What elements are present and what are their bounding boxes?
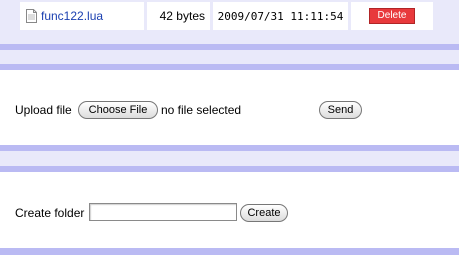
folder-name-input[interactable] bbox=[89, 203, 237, 221]
separator-band bbox=[0, 44, 459, 50]
send-button[interactable]: Send bbox=[319, 101, 362, 119]
delete-cell: Delete bbox=[351, 2, 433, 30]
upload-label: Upload file bbox=[15, 103, 72, 117]
file-size: 42 bytes bbox=[147, 2, 210, 30]
document-icon bbox=[26, 9, 37, 23]
upload-section: Upload file Choose File no file selected… bbox=[0, 70, 459, 145]
choose-file-button[interactable]: Choose File bbox=[78, 101, 158, 119]
create-folder-label: Create folder bbox=[15, 206, 85, 220]
file-name-cell: func122.lua bbox=[20, 2, 144, 30]
file-list-row: func122.lua 42 bytes 2009/07/31 11:11:54… bbox=[0, 0, 459, 33]
separator-band bbox=[0, 145, 459, 151]
file-name-link[interactable]: func122.lua bbox=[41, 9, 103, 23]
file-status: no file selected bbox=[161, 103, 242, 117]
file-modified-date: 2009/07/31 11:11:54 bbox=[213, 2, 348, 30]
separator-band bbox=[0, 248, 459, 255]
delete-button[interactable]: Delete bbox=[368, 8, 416, 24]
create-folder-section: Create folder Create bbox=[0, 172, 459, 248]
create-button[interactable]: Create bbox=[240, 204, 288, 222]
